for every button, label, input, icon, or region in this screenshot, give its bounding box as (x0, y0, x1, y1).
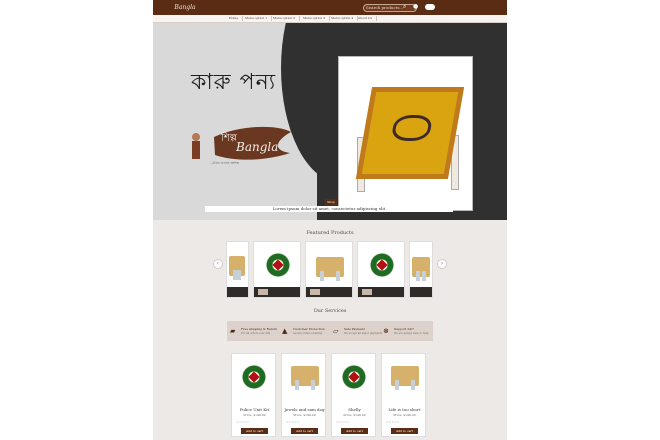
carousel-prev-button[interactable]: ‹ (213, 259, 223, 269)
account-pill[interactable] (425, 4, 435, 10)
product-card-1[interactable]: Jewels and sam dog Price: $149.00 ☆☆☆☆☆ Add… (281, 353, 326, 437)
main-navigation: Home Menu option 1 Menu option 2 Menu op… (153, 15, 507, 23)
add-to-cart-button-1[interactable]: Add to cart (291, 428, 318, 434)
nav-about-us[interactable]: About Us (358, 16, 378, 21)
nav-menu-option-2[interactable]: Menu option 2 (273, 16, 301, 21)
featured-products-title: Featured Products (306, 230, 354, 236)
service-support: ⊗ Support 24/7 We are always here to help (383, 327, 429, 335)
product-card-2[interactable]: Shelly Price: $149.00 ☆☆☆☆☆ Add to cart (331, 353, 376, 437)
shop-tag[interactable]: Shop (325, 199, 337, 206)
nav-menu-option-3[interactable]: Menu option 3 (303, 16, 331, 21)
search-input[interactable]: Search products... (363, 4, 417, 12)
fish-motif-icon (390, 115, 434, 141)
nav-home[interactable]: Home (229, 16, 244, 21)
hero-description-bar: Lorem ipsum dolor sit amet, consectetur … (205, 206, 453, 212)
site-logo[interactable]: Bangla (167, 0, 203, 15)
product-name-3: Life is too short (388, 407, 421, 412)
services-strip: ▰ Free shipping & Return For all orders ov… (227, 321, 433, 341)
search-icon[interactable]: ⌕ (403, 3, 406, 11)
service-safe-payment: ▱ Safe Payment We accept all major payment… (333, 327, 383, 335)
featured-product-card-0[interactable] (226, 241, 249, 298)
logo-main-text: Bangla (236, 140, 279, 154)
support-icon: ⊗ (383, 327, 389, 335)
hero-title: কারু পন্য (191, 70, 277, 95)
our-services-title: Our Services (313, 308, 347, 314)
add-to-cart-button-0[interactable]: Add to cart (241, 428, 268, 434)
product-name-0: Police Unit Kit (239, 407, 270, 412)
product-name-2: Shelly (348, 407, 361, 412)
card-icon: ▱ (333, 327, 339, 335)
featured-product-card-2[interactable] (305, 241, 353, 298)
product-name-1: Jewels and sam dog (284, 407, 325, 412)
featured-product-card-4[interactable] (409, 241, 433, 298)
user-icon[interactable]: ● (413, 3, 418, 11)
carousel-next-button[interactable]: › (437, 259, 447, 269)
painted-stool-top (355, 87, 465, 179)
service-free-shipping: ▰ Free shipping & Return For all orders ov… (230, 327, 278, 335)
service-customer-protection: ▲ Customer Protection Secure online orderi… (282, 327, 325, 335)
top-bar: Bangla Search products... ⌕ ● (153, 0, 507, 15)
logo-tagline: ...ঐতিহ্য বাংলার হস্তশিল্প (209, 161, 239, 165)
logo-sub-text: শিল্প (221, 133, 237, 144)
nav-menu-option-1[interactable]: Menu option 1 (245, 16, 273, 21)
hero-banner: কারু পন্য শিল্প Bangla ...ঐতিহ্য বাংলার … (153, 23, 507, 220)
brand-logo-artwork: শিল্প Bangla ...ঐতিহ্য বাংলার হস্তশিল্প (179, 119, 297, 169)
featured-product-card-3[interactable] (357, 241, 405, 298)
website-page: Bangla Search products... ⌕ ● Home Menu … (153, 0, 507, 440)
add-to-cart-button-2[interactable]: Add to cart (341, 428, 368, 434)
product-card-0[interactable]: Police Unit Kit Price: $149.00 ☆☆☆☆☆ Add to… (231, 353, 276, 437)
truck-icon: ▰ (230, 327, 236, 335)
hero-product-image[interactable] (338, 56, 473, 211)
nav-menu-option-4[interactable]: Menu option 4 (331, 16, 359, 21)
featured-product-card-1[interactable] (253, 241, 301, 298)
thumbs-up-icon: ▲ (282, 327, 288, 335)
product-card-3[interactable]: Life is too short Price: $149.00 ☆☆☆☆☆ Add … (381, 353, 426, 437)
add-to-cart-button-3[interactable]: Add to cart (391, 428, 418, 434)
